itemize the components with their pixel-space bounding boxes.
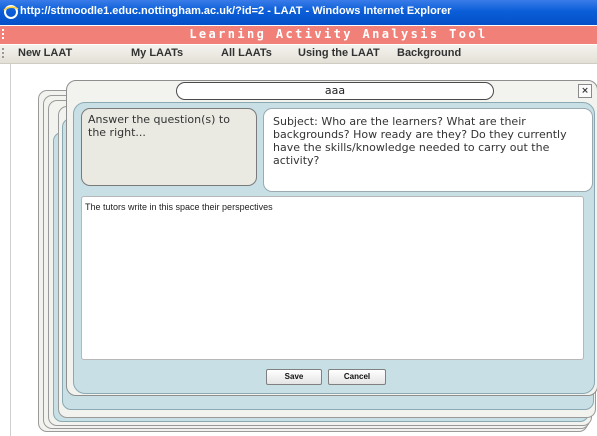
divider xyxy=(10,64,11,436)
save-button[interactable]: Save xyxy=(266,369,322,385)
menu-new-laat[interactable]: New LAAT xyxy=(18,47,72,59)
ie-icon xyxy=(3,5,19,19)
menu-bar: New LAAT My LAATs All LAATs Using the LA… xyxy=(0,45,597,64)
menu-using-the-laat[interactable]: Using the LAAT xyxy=(298,47,380,59)
menu-background[interactable]: Background xyxy=(397,47,461,59)
answer-textarea[interactable]: The tutors write in this space their per… xyxy=(81,196,584,360)
menu-all-laats[interactable]: All LAATs xyxy=(221,47,272,59)
close-button[interactable]: × xyxy=(578,84,592,98)
subject-question: Subject: Who are the learners? What are … xyxy=(273,115,567,167)
toolbar-grip-icon xyxy=(2,48,4,60)
question-prompt: Answer the question(s) to the right... xyxy=(88,113,230,139)
window-title: http://sttmoodle1.educ.nottingham.ac.uk/… xyxy=(20,5,452,17)
menu-my-laats[interactable]: My LAATs xyxy=(131,47,183,59)
dialog-title: aaa xyxy=(176,82,494,100)
app-banner: Learning Activity Analysis Tool xyxy=(0,26,597,44)
window-title-bar: http://sttmoodle1.educ.nottingham.ac.uk/… xyxy=(0,0,597,25)
cancel-button[interactable]: Cancel xyxy=(328,369,386,385)
app-title: Learning Activity Analysis Tool xyxy=(189,27,488,41)
